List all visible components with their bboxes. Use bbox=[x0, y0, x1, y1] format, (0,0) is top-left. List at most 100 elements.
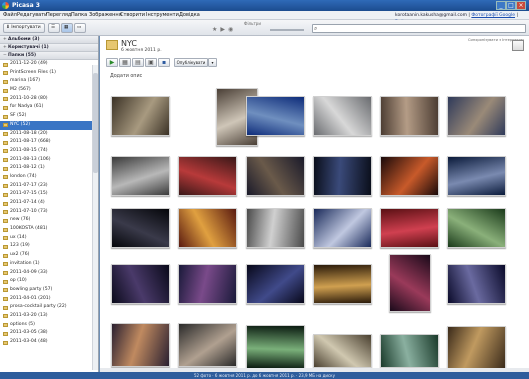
google-photos-link[interactable]: Фотографії Google bbox=[471, 13, 515, 18]
sidebar-folder-item[interactable]: 2011-04-01 (201) bbox=[0, 295, 98, 304]
sidebar-folder-item[interactable]: 2011-08-15 (74) bbox=[0, 147, 98, 156]
folder-icon bbox=[3, 271, 8, 275]
sidebar-folder-item[interactable]: ux (14) bbox=[0, 234, 98, 243]
photo-thumbnail[interactable] bbox=[313, 208, 372, 248]
view-list-button[interactable]: ☰ bbox=[48, 23, 60, 33]
photo-thumbnail[interactable] bbox=[111, 208, 170, 248]
sidebar-folder-item[interactable]: 2011-08-13 (106) bbox=[0, 156, 98, 165]
sidebar-folder-item[interactable]: marina (167) bbox=[0, 77, 98, 86]
sidebar-folder-item[interactable]: M2 (567) bbox=[0, 86, 98, 95]
sync-toggle-button[interactable] bbox=[512, 40, 524, 51]
sidebar-folder-item[interactable]: 2011-03-20 (13) bbox=[0, 312, 98, 321]
menu-folder[interactable]: Папка bbox=[71, 12, 87, 19]
chevron-down-icon: ▾ bbox=[211, 60, 214, 65]
add-description-link[interactable]: Додати опис bbox=[110, 74, 142, 79]
photo-thumbnail[interactable] bbox=[178, 264, 237, 304]
photo-thumbnail[interactable] bbox=[178, 323, 237, 367]
photo-thumbnail[interactable] bbox=[447, 264, 506, 304]
collage-icon[interactable]: ▦ bbox=[119, 58, 131, 67]
sidebar-section[interactable]: +Альбоми (3) bbox=[0, 36, 98, 44]
sidebar-folder-item[interactable]: 2011-10-28 (80) bbox=[0, 95, 98, 104]
photo-thumbnail[interactable] bbox=[380, 96, 439, 136]
photo-thumbnail[interactable] bbox=[111, 156, 170, 196]
menu-create[interactable]: Створити bbox=[120, 12, 145, 19]
movie-icon[interactable]: ▤ bbox=[132, 58, 144, 67]
sidebar-section[interactable]: −Папки (55) bbox=[0, 52, 98, 60]
scrollbar-thumb[interactable] bbox=[93, 73, 98, 173]
menu-edit[interactable]: Редагувати bbox=[17, 12, 47, 19]
web-album-icon[interactable]: ▣ bbox=[145, 58, 157, 67]
photo-thumbnail[interactable] bbox=[389, 254, 431, 312]
photo-thumbnail[interactable] bbox=[246, 264, 305, 304]
sidebar-folder-item[interactable]: bowling party (57) bbox=[0, 286, 98, 295]
menu-tools[interactable]: Інструменти bbox=[146, 12, 179, 19]
photo-thumbnail[interactable] bbox=[447, 208, 506, 248]
photo-thumbnail[interactable] bbox=[313, 264, 372, 304]
sidebar-folder-item[interactable]: 2011-08-17 (668) bbox=[0, 138, 98, 147]
view-single-button[interactable]: ▭ bbox=[74, 23, 86, 33]
minimize-button[interactable]: _ bbox=[496, 1, 506, 10]
sidebar-folder-item[interactable]: options (5) bbox=[0, 321, 98, 330]
sidebar-folder-item[interactable]: for Nadya (61) bbox=[0, 103, 98, 112]
sidebar-folder-item[interactable]: ux2 (76) bbox=[0, 251, 98, 260]
menu-view[interactable]: Перегляд bbox=[46, 12, 71, 19]
search-icon: ⌕ bbox=[314, 25, 318, 32]
photo-thumbnail[interactable] bbox=[111, 264, 170, 304]
play-icon[interactable]: ▶ bbox=[106, 58, 118, 67]
photo-thumbnail[interactable] bbox=[380, 208, 439, 248]
photo-thumbnail[interactable] bbox=[447, 156, 506, 196]
photo-thumbnail[interactable] bbox=[178, 156, 237, 196]
sidebar-folder-item[interactable]: 2011-07-14 (4) bbox=[0, 199, 98, 208]
sidebar-folder-item[interactable]: PrintScreen Files (1) bbox=[0, 69, 98, 78]
sidebar-folder-item[interactable]: invitation (1) bbox=[0, 260, 98, 269]
sidebar-folder-item[interactable]: 2011-03-05 (38) bbox=[0, 329, 98, 338]
photo-thumbnail[interactable] bbox=[380, 334, 439, 368]
sidebar-folder-item[interactable]: 123 (19) bbox=[0, 242, 98, 251]
photo-thumbnail[interactable] bbox=[178, 208, 237, 248]
sidebar-folder-item[interactable]: 2011-04-09 (33) bbox=[0, 269, 98, 278]
sidebar-folder-item[interactable]: op (10) bbox=[0, 277, 98, 286]
sidebar-folder-item[interactable]: SF (52) bbox=[0, 112, 98, 121]
photo-thumbnail[interactable] bbox=[313, 156, 372, 196]
filter-slider[interactable] bbox=[270, 29, 304, 31]
sidebar-folder-item[interactable]: 2011-08-12 (1) bbox=[0, 164, 98, 173]
sidebar-folder-item[interactable]: 2011-03-04 (48) bbox=[0, 338, 98, 347]
maximize-button[interactable]: □ bbox=[506, 1, 516, 10]
sidebar-folder-item[interactable]: 2011-08-18 (20) bbox=[0, 130, 98, 139]
close-button[interactable]: × bbox=[516, 1, 526, 10]
photo-thumbnail[interactable] bbox=[111, 323, 170, 367]
sidebar-folder-item[interactable]: 2011-12-20 (49) bbox=[0, 60, 98, 69]
photo-thumbnail[interactable] bbox=[313, 334, 372, 368]
photo-thumbnail[interactable] bbox=[447, 326, 506, 370]
sidebar-folder-item[interactable]: london (74) bbox=[0, 173, 98, 182]
import-button[interactable]: ⬇ Імпортувати bbox=[3, 23, 45, 33]
menu-help[interactable]: Довідка bbox=[179, 12, 200, 19]
share-dropdown[interactable]: ▾ bbox=[208, 58, 217, 67]
sidebar-folder-item[interactable]: NYC (52) bbox=[0, 120, 98, 130]
status-text: 52 фото · 6 жовтня 2011 р. до 6 жовтня 2… bbox=[194, 373, 335, 378]
photo-thumbnail[interactable] bbox=[447, 96, 506, 136]
photo-thumbnail[interactable] bbox=[246, 208, 305, 248]
sidebar-folder-item[interactable]: 2011-07-10 (73) bbox=[0, 208, 98, 217]
photo-thumbnail[interactable] bbox=[246, 325, 305, 369]
sidebar-folder-item[interactable]: 2011-07-15 (15) bbox=[0, 190, 98, 199]
photo-thumbnail[interactable] bbox=[246, 156, 305, 196]
sidebar-folder-item[interactable]: 100KOSTA (481) bbox=[0, 225, 98, 234]
sidebar-scrollbar[interactable] bbox=[92, 65, 98, 370]
menu-image[interactable]: Зображення bbox=[89, 12, 122, 19]
photo-thumbnail[interactable] bbox=[313, 96, 372, 136]
sidebar-folder-item[interactable]: new (76) bbox=[0, 216, 98, 225]
photo-thumbnail[interactable] bbox=[111, 96, 170, 136]
star-filter-icons[interactable]: ★▶◉ bbox=[212, 26, 236, 33]
save-icon[interactable]: ▪ bbox=[158, 58, 170, 67]
sidebar-folder-item[interactable]: 2011-07-17 (23) bbox=[0, 182, 98, 191]
sidebar-section[interactable]: +Користувачі (1) bbox=[0, 44, 98, 52]
single-view-icon: ▭ bbox=[77, 25, 82, 30]
menu-file[interactable]: Файл bbox=[3, 12, 17, 19]
search-input[interactable]: ⌕ bbox=[312, 24, 526, 33]
view-thumbnails-button[interactable]: ▦ bbox=[61, 23, 73, 33]
sidebar-folder-item[interactable]: prosa-cocktail party (22) bbox=[0, 303, 98, 312]
photo-thumbnail[interactable] bbox=[246, 96, 305, 136]
photo-thumbnail[interactable] bbox=[380, 156, 439, 196]
share-button[interactable]: Опублікувати bbox=[174, 58, 208, 67]
